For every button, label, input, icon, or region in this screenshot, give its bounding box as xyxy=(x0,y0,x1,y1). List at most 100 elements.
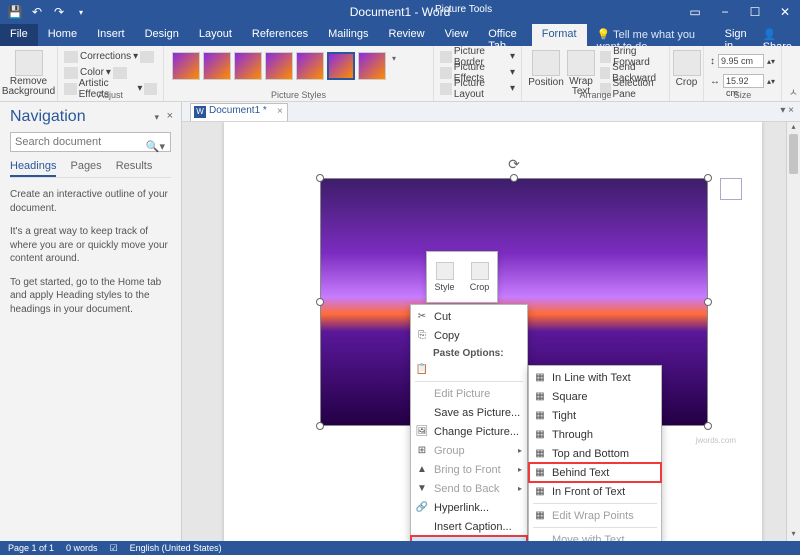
width-input[interactable]: 15.92 cm xyxy=(723,74,764,88)
nav-hint-2: It's a great way to keep track of where … xyxy=(10,225,171,266)
compress-icon[interactable] xyxy=(140,51,154,63)
doctab-dropdown-icon[interactable]: ▾ × xyxy=(780,105,794,116)
style-thumb[interactable] xyxy=(172,52,200,80)
style-thumb[interactable] xyxy=(265,52,293,80)
redo-icon[interactable]: ↷ xyxy=(50,3,68,21)
tab-layout[interactable]: Layout xyxy=(189,24,242,46)
status-bar: Page 1 of 1 0 words ☑ English (United St… xyxy=(0,541,800,555)
document-canvas[interactable]: ⟳ Style Crop ✂Cut ⎘Copy Paste Options: 📋… xyxy=(182,122,800,541)
wrap-inline[interactable]: ▦In Line with Text xyxy=(529,368,661,387)
tab-format[interactable]: Format xyxy=(532,24,587,46)
resize-handle-se[interactable] xyxy=(704,422,712,430)
wrap-square-label: Square xyxy=(552,391,587,403)
remove-background-button[interactable]: Remove Background xyxy=(6,48,51,99)
nav-tabs: Headings Pages Results xyxy=(10,160,171,178)
height-spinner[interactable]: ▴▾ xyxy=(767,57,775,66)
tab-mailings[interactable]: Mailings xyxy=(318,24,378,46)
undo-icon[interactable]: ↶ xyxy=(28,3,46,21)
picture-layout-button[interactable]: Picture Layout ▾ xyxy=(440,81,515,96)
minimize-icon[interactable]: − xyxy=(710,3,740,21)
ctx-cut-label: Cut xyxy=(434,311,451,323)
picture-styles-gallery[interactable]: ▾ xyxy=(170,48,401,84)
ctx-paste-option[interactable]: 📋 xyxy=(411,360,527,379)
status-language[interactable]: English (United States) xyxy=(130,543,222,553)
layout-options-icon[interactable] xyxy=(720,178,742,200)
resize-handle-w[interactable] xyxy=(316,298,324,306)
status-words[interactable]: 0 words xyxy=(66,543,98,553)
tab-insert[interactable]: Insert xyxy=(87,24,135,46)
contextual-tab-label: Picture Tools xyxy=(435,4,492,15)
tell-me-input[interactable]: 💡 Tell me what you want to do... xyxy=(587,24,717,46)
ctx-cut[interactable]: ✂Cut xyxy=(411,307,527,326)
document-tab-close-icon[interactable]: × xyxy=(277,106,283,117)
resize-handle-ne[interactable] xyxy=(704,174,712,182)
tab-officetab[interactable]: Office Tab xyxy=(478,24,531,46)
rotate-handle-icon[interactable]: ⟳ xyxy=(508,156,520,173)
position-icon xyxy=(532,50,560,76)
tab-file[interactable]: File xyxy=(0,24,38,46)
wrap-tight[interactable]: ▦Tight xyxy=(529,406,661,425)
share-button[interactable]: 👤 Share xyxy=(755,24,800,46)
corrections-button[interactable]: Corrections ▾ xyxy=(64,49,157,64)
scroll-down-icon[interactable]: ▾ xyxy=(787,529,800,541)
nav-dropdown-icon[interactable]: ▾ xyxy=(154,112,159,123)
scroll-up-icon[interactable]: ▴ xyxy=(787,122,800,134)
style-thumb[interactable] xyxy=(234,52,262,80)
status-proofing-icon[interactable]: ☑ xyxy=(110,543,118,554)
save-icon[interactable]: 💾 xyxy=(6,3,24,21)
tab-design[interactable]: Design xyxy=(135,24,189,46)
ribbon-options-icon[interactable]: ▭ xyxy=(680,3,710,21)
ctx-copy[interactable]: ⎘Copy xyxy=(411,326,527,345)
crop-button[interactable]: Crop xyxy=(676,48,697,90)
wrap-through[interactable]: ▦Through xyxy=(529,425,661,444)
arrange-group-label: Arrange xyxy=(522,90,669,100)
nav-body: Create an interactive outline of your do… xyxy=(10,188,171,316)
qat-customize-icon[interactable]: ▾ xyxy=(72,3,90,21)
nav-tab-pages[interactable]: Pages xyxy=(70,160,101,177)
style-thumb[interactable] xyxy=(203,52,231,80)
close-icon[interactable]: ✕ xyxy=(770,3,800,21)
styles-more-icon[interactable]: ▾ xyxy=(389,52,399,80)
wrap-square[interactable]: ▦Square xyxy=(529,387,661,406)
nav-tab-results[interactable]: Results xyxy=(116,160,153,177)
scrollbar-thumb[interactable] xyxy=(789,134,798,174)
collapse-ribbon-icon[interactable]: ㅅ xyxy=(789,84,798,99)
vertical-scrollbar[interactable]: ▴ ▾ xyxy=(786,122,800,541)
style-thumb[interactable] xyxy=(296,52,324,80)
mini-crop-button[interactable]: Crop xyxy=(462,252,497,302)
document-tab[interactable]: W Document1 * × xyxy=(190,103,288,121)
width-spinner[interactable]: ▴▾ xyxy=(767,77,775,86)
ctx-hyperlink[interactable]: 🔗Hyperlink... xyxy=(411,498,527,517)
resize-handle-sw[interactable] xyxy=(316,422,324,430)
ctx-change-picture[interactable]: 🖼Change Picture... xyxy=(411,422,527,441)
resize-handle-n[interactable] xyxy=(510,174,518,182)
ctx-insert-caption[interactable]: Insert Caption... xyxy=(411,517,527,536)
height-input-row: ↕9.95 cm▴▾ xyxy=(710,52,775,70)
status-page[interactable]: Page 1 of 1 xyxy=(8,543,54,553)
ctx-save-as-picture[interactable]: Save as Picture... xyxy=(411,403,527,422)
height-input[interactable]: 9.95 cm xyxy=(718,54,764,68)
mini-style-button[interactable]: Style xyxy=(427,252,462,302)
resize-handle-nw[interactable] xyxy=(316,174,324,182)
sign-in-button[interactable]: Sign in xyxy=(717,24,755,46)
maximize-icon[interactable]: ☐ xyxy=(740,3,770,21)
nav-close-icon[interactable]: × xyxy=(167,110,173,122)
tab-review[interactable]: Review xyxy=(379,24,435,46)
tab-home[interactable]: Home xyxy=(38,24,87,46)
wrap-top-bottom[interactable]: ▦Top and Bottom xyxy=(529,444,661,463)
ctx-separator xyxy=(415,381,523,382)
resize-handle-e[interactable] xyxy=(704,298,712,306)
color-label: Color xyxy=(80,67,104,78)
navigation-pane: Navigation ▾ × 🔍▾ Headings Pages Results… xyxy=(0,102,182,541)
wrap-infront-label: In Front of Text xyxy=(552,486,625,498)
wrap-behind-text[interactable]: ▦Behind Text xyxy=(529,463,661,482)
tab-view[interactable]: View xyxy=(435,24,479,46)
style-thumb-selected[interactable] xyxy=(327,52,355,80)
wrap-in-front[interactable]: ▦In Front of Text xyxy=(529,482,661,501)
paste-icon: 📋 xyxy=(415,363,429,377)
tab-references[interactable]: References xyxy=(242,24,318,46)
style-thumb[interactable] xyxy=(358,52,386,80)
corrections-icon xyxy=(64,51,78,63)
search-icon[interactable]: 🔍▾ xyxy=(146,140,165,153)
nav-tab-headings[interactable]: Headings xyxy=(10,160,56,177)
